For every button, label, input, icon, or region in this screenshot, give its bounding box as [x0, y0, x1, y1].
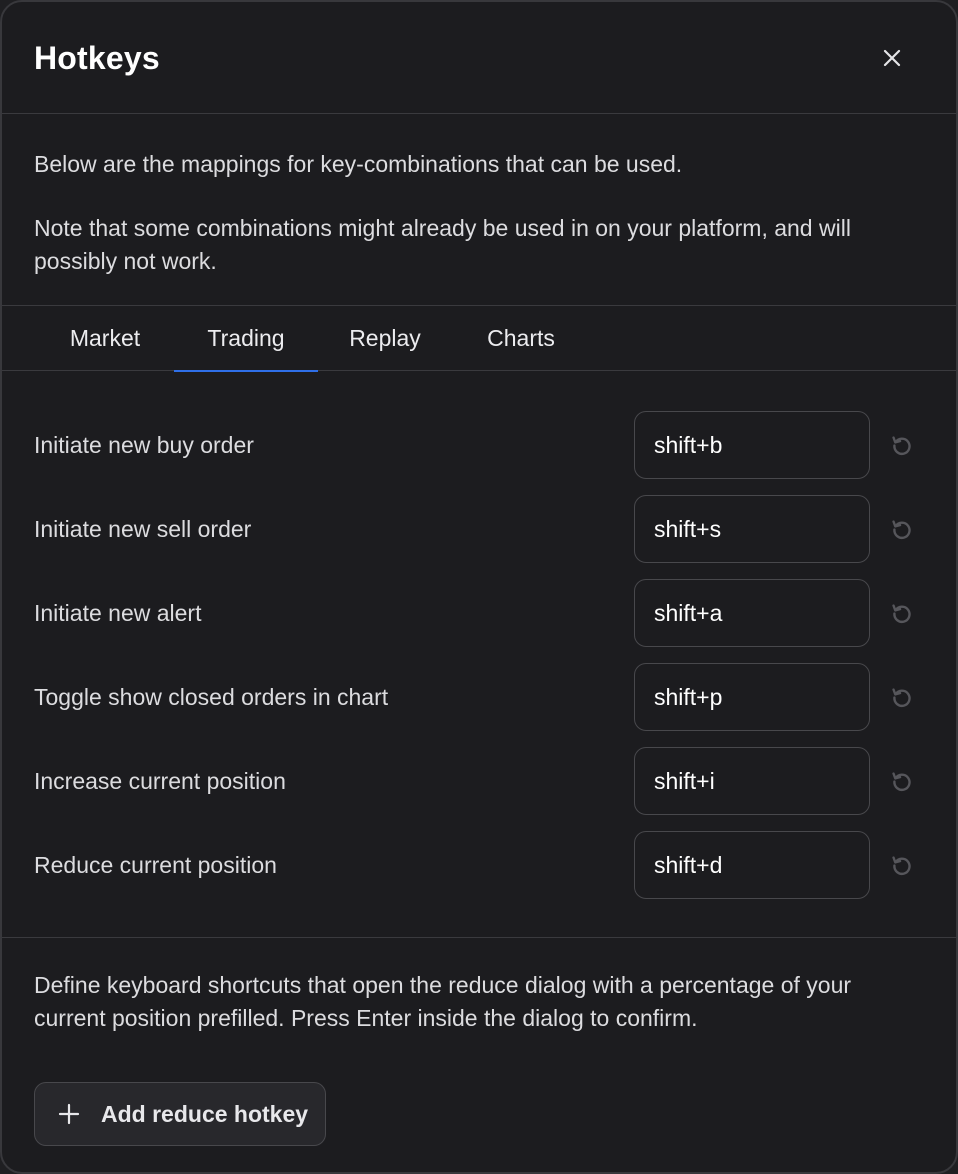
reset-icon[interactable] — [888, 683, 916, 711]
hotkey-input[interactable]: shift+p — [634, 663, 870, 731]
hotkey-row: Toggle show closed orders in chart shift… — [2, 663, 956, 731]
add-reduce-hotkey-button[interactable]: Add reduce hotkey — [34, 1082, 326, 1146]
reset-icon[interactable] — [888, 767, 916, 795]
dialog-title: Hotkeys — [34, 40, 160, 76]
reset-icon[interactable] — [888, 515, 916, 543]
tab-charts[interactable]: Charts — [452, 306, 590, 371]
hotkey-input[interactable]: shift+a — [634, 579, 870, 647]
intro-line-1: Below are the mappings for key-combinati… — [34, 151, 683, 177]
hotkey-row: Increase current position shift+i — [2, 747, 956, 815]
hotkey-label: Initiate new sell order — [34, 515, 252, 542]
reduce-description: Define keyboard shortcuts that open the … — [34, 972, 852, 1031]
tab-trading[interactable]: Trading — [174, 306, 318, 372]
intro-text: Below are the mappings for key-combinati… — [2, 114, 956, 306]
hotkey-label: Toggle show closed orders in chart — [34, 683, 389, 710]
intro-line-2: Note that some combinations might alread… — [34, 215, 851, 274]
hotkey-input[interactable]: shift+d — [634, 831, 870, 899]
hotkey-label: Increase current position — [34, 767, 286, 794]
reset-icon[interactable] — [888, 851, 916, 879]
reset-icon[interactable] — [888, 599, 916, 627]
hotkey-row: Initiate new buy order shift+b — [2, 411, 956, 479]
dialog-header: Hotkeys — [2, 2, 956, 114]
hotkeys-dialog: Hotkeys Below are the mappings for key-c… — [0, 0, 958, 1174]
tab-bar: Market Trading Replay Charts — [2, 306, 956, 372]
close-button[interactable] — [872, 38, 912, 78]
reset-icon[interactable] — [888, 431, 916, 459]
hotkey-input[interactable]: shift+b — [634, 411, 870, 479]
hotkey-row: Initiate new sell order shift+s — [2, 495, 956, 563]
hotkey-list: Initiate new buy order shift+b Initiate … — [2, 371, 956, 938]
add-reduce-hotkey-label: Add reduce hotkey — [101, 1100, 309, 1127]
hotkey-label: Initiate new alert — [34, 599, 202, 626]
tab-replay[interactable]: Replay — [318, 306, 452, 371]
tab-market[interactable]: Market — [36, 306, 174, 371]
hotkey-input[interactable]: shift+i — [634, 747, 870, 815]
plus-icon — [57, 1102, 81, 1126]
hotkey-row: Initiate new alert shift+a — [2, 579, 956, 647]
hotkey-input[interactable]: shift+s — [634, 495, 870, 563]
close-icon — [883, 49, 901, 67]
hotkey-label: Initiate new buy order — [34, 431, 254, 458]
hotkey-row: Reduce current position shift+d — [2, 831, 956, 899]
hotkey-label: Reduce current position — [34, 851, 277, 878]
